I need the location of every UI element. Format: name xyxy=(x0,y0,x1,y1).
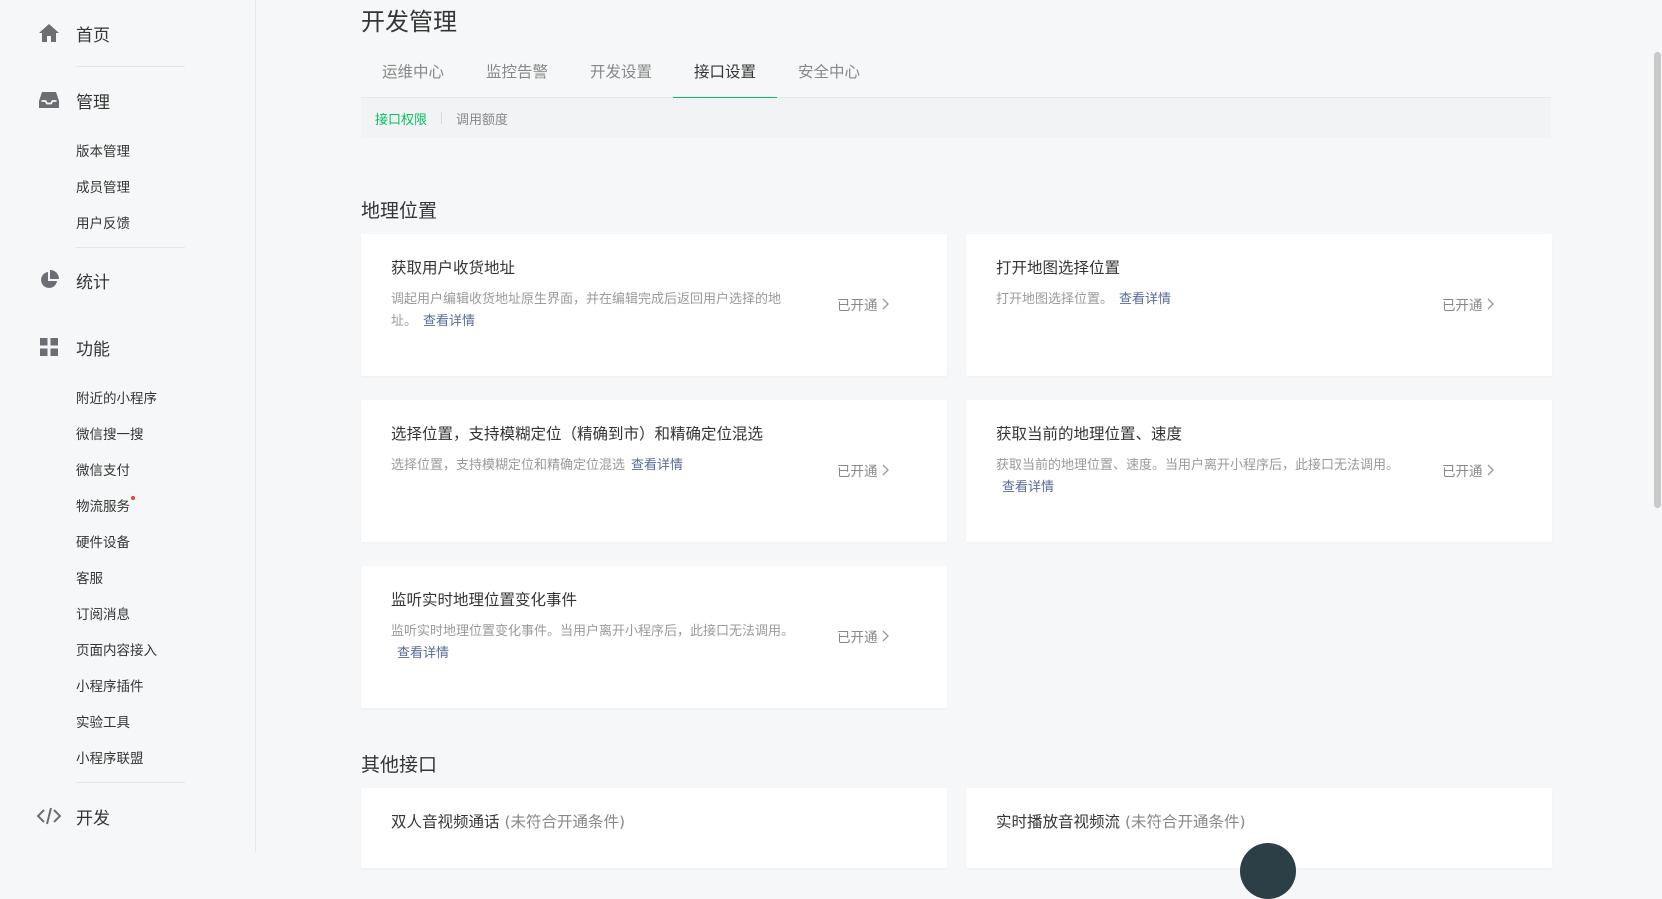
api-card-desc-text: 选择位置，支持模糊定位和精确定位混选 xyxy=(391,458,626,473)
sidebar-item-plugins[interactable]: 小程序插件 xyxy=(76,675,144,695)
api-status-button[interactable]: 已开通 xyxy=(837,294,889,314)
chevron-right-icon xyxy=(1487,464,1494,476)
sidebar-item-label: 物流服务 xyxy=(76,499,130,515)
sidebar-item-features[interactable]: 功能 xyxy=(0,331,256,363)
api-status-button[interactable]: 已开通 xyxy=(837,626,889,646)
sidebar-item-wechat-pay[interactable]: 微信支付 xyxy=(76,459,130,479)
floating-button[interactable] xyxy=(1240,843,1296,899)
api-card-title: 监听实时地理位置变化事件 xyxy=(391,591,578,609)
section-title-geo: 地理位置 xyxy=(361,200,438,222)
scrollbar-thumb[interactable] xyxy=(1654,52,1661,508)
subtab-divider xyxy=(441,112,443,124)
section-title-other: 其他接口 xyxy=(361,754,438,776)
sidebar-item-lab-tools[interactable]: 实验工具 xyxy=(76,711,130,731)
subtab-call-quota[interactable]: 调用额度 xyxy=(456,109,508,128)
sidebar-item-dev[interactable]: 开发 xyxy=(0,800,256,832)
api-card-desc: 获取当前的地理位置、速度。当用户离开小程序后，此接口无法调用。查看详情 xyxy=(996,455,1401,499)
sidebar-item-page-content[interactable]: 页面内容接入 xyxy=(76,639,157,659)
sidebar-item-subscribe-message[interactable]: 订阅消息 xyxy=(76,603,130,623)
new-dot-badge xyxy=(131,496,135,500)
api-card-title-text: 实时播放音视频流 xyxy=(996,813,1121,831)
scrollbar[interactable] xyxy=(1652,0,1662,852)
view-details-link[interactable]: 查看详情 xyxy=(1119,292,1171,307)
api-card-title: 获取用户收货地址 xyxy=(391,259,516,277)
api-card-desc-text: 打开地图选择位置。 xyxy=(996,292,1114,307)
tab-api-settings[interactable]: 接口设置 xyxy=(673,58,777,99)
sidebar-item-wechat-search[interactable]: 微信搜一搜 xyxy=(76,423,144,443)
api-card-title-text: 双人音视频通话 xyxy=(391,813,500,831)
sidebar-divider xyxy=(76,247,185,248)
api-card-condition: (未符合开通条件) xyxy=(1124,813,1246,831)
api-status-button[interactable]: 已开通 xyxy=(1442,460,1494,480)
sidebar-item-label: 统计 xyxy=(76,272,110,293)
pie-chart-icon xyxy=(37,268,61,292)
api-status-label: 已开通 xyxy=(837,630,878,646)
view-details-link[interactable]: 查看详情 xyxy=(423,314,475,329)
api-card-title: 选择位置，支持模糊定位（精确到市）和精确定位混选 xyxy=(391,425,764,443)
api-card-condition: (未符合开通条件) xyxy=(504,813,626,831)
sidebar-item-stats[interactable]: 统计 xyxy=(0,264,256,296)
sidebar-item-logistics[interactable]: 物流服务 xyxy=(76,495,135,515)
api-card-title: 实时播放音视频流 (未符合开通条件) xyxy=(996,810,1246,832)
tab-bar: 运维中心 监控告警 开发设置 接口设置 安全中心 xyxy=(361,58,1551,99)
sidebar-item-label: 功能 xyxy=(76,339,110,360)
sidebar-divider xyxy=(76,782,185,783)
sidebar-item-label: 首页 xyxy=(76,25,110,46)
chevron-right-icon xyxy=(882,464,889,476)
api-status-label: 已开通 xyxy=(1442,464,1483,480)
sidebar-item-customer-service[interactable]: 客服 xyxy=(76,567,103,587)
tab-monitoring[interactable]: 监控告警 xyxy=(485,58,549,98)
api-status-label: 已开通 xyxy=(837,298,878,314)
chevron-right-icon xyxy=(1487,298,1494,310)
api-status-label: 已开通 xyxy=(837,464,878,480)
subtab-bar: 接口权限 调用额度 xyxy=(361,98,1551,138)
view-details-link[interactable]: 查看详情 xyxy=(631,458,683,473)
api-card-title: 获取当前的地理位置、速度 xyxy=(996,425,1183,443)
sidebar-item-hardware[interactable]: 硬件设备 xyxy=(76,531,130,551)
api-card: 选择位置，支持模糊定位（精确到市）和精确定位混选 选择位置，支持模糊定位和精确定… xyxy=(361,400,947,542)
sidebar-item-nearby-miniprogram[interactable]: 附近的小程序 xyxy=(76,387,157,407)
sidebar-item-member-manage[interactable]: 成员管理 xyxy=(76,176,130,196)
home-icon xyxy=(37,21,61,45)
inbox-icon xyxy=(37,88,61,112)
api-status-label: 已开通 xyxy=(1442,298,1483,314)
api-card: 获取当前的地理位置、速度 获取当前的地理位置、速度。当用户离开小程序后，此接口无… xyxy=(966,400,1552,542)
api-card-desc: 选择位置，支持模糊定位和精确定位混选 查看详情 xyxy=(391,455,796,477)
chevron-right-icon xyxy=(882,298,889,310)
api-card-title: 打开地图选择位置 xyxy=(996,259,1121,277)
api-card-desc-text: 监听实时地理位置变化事件。当用户离开小程序后，此接口无法调用。 xyxy=(391,624,795,639)
api-card: 监听实时地理位置变化事件 监听实时地理位置变化事件。当用户离开小程序后，此接口无… xyxy=(361,566,947,708)
sidebar-item-alliance[interactable]: 小程序联盟 xyxy=(76,747,144,767)
api-card: 获取用户收货地址 调起用户编辑收货地址原生界面，并在编辑完成后返回用户选择的地址… xyxy=(361,234,947,376)
sidebar-item-manage[interactable]: 管理 xyxy=(0,84,256,116)
api-status-button[interactable]: 已开通 xyxy=(837,460,889,480)
api-card-desc: 监听实时地理位置变化事件。当用户离开小程序后，此接口无法调用。查看详情 xyxy=(391,621,796,665)
sidebar: 首页 管理 版本管理 成员管理 用户反馈 统计 功能 附近的小程序 微信搜一搜 … xyxy=(0,0,256,852)
api-card-desc: 打开地图选择位置。 查看详情 xyxy=(996,289,1401,311)
code-icon xyxy=(37,804,61,828)
sidebar-item-label: 管理 xyxy=(76,92,110,113)
grid-icon xyxy=(37,335,61,359)
sidebar-item-label: 开发 xyxy=(76,808,110,829)
tab-dev-settings[interactable]: 开发设置 xyxy=(589,58,653,98)
view-details-link[interactable]: 查看详情 xyxy=(397,646,449,661)
sidebar-item-home[interactable]: 首页 xyxy=(0,17,256,49)
tab-security-center[interactable]: 安全中心 xyxy=(797,58,861,98)
chevron-right-icon xyxy=(882,630,889,642)
api-card-desc: 调起用户编辑收货地址原生界面，并在编辑完成后返回用户选择的地址。 查看详情 xyxy=(391,289,796,333)
tab-ops-center[interactable]: 运维中心 xyxy=(381,58,445,98)
api-status-button[interactable]: 已开通 xyxy=(1442,294,1494,314)
api-card: 双人音视频通话 (未符合开通条件) xyxy=(361,788,947,868)
sidebar-divider xyxy=(76,66,185,67)
api-card-title: 双人音视频通话 (未符合开通条件) xyxy=(391,810,625,832)
view-details-link[interactable]: 查看详情 xyxy=(1002,480,1054,495)
subtab-api-permissions[interactable]: 接口权限 xyxy=(375,109,427,128)
sidebar-item-version-manage[interactable]: 版本管理 xyxy=(76,140,130,160)
page-title: 开发管理 xyxy=(361,8,457,36)
sidebar-item-user-feedback[interactable]: 用户反馈 xyxy=(76,212,130,232)
api-card: 打开地图选择位置 打开地图选择位置。 查看详情 已开通 xyxy=(966,234,1552,376)
api-card-desc-text: 获取当前的地理位置、速度。当用户离开小程序后，此接口无法调用。 xyxy=(996,458,1400,473)
